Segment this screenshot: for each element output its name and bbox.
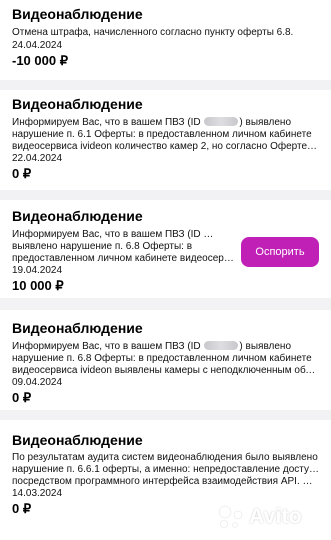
list-item[interactable]: Видеонаблюдение Отмена штрафа, начисленн… [0, 0, 331, 80]
item-description-line: нарушение п. 6.1 Оферты: в предоставленн… [12, 129, 312, 140]
list-item[interactable]: Видеонаблюдение Информируем Вас, что в в… [0, 90, 331, 190]
item-description-line: Информируем Вас, что в вашем ПВЗ (ID ) в… [12, 117, 319, 129]
item-description-line: видеосервиса ivideon количество камер 2,… [12, 141, 319, 152]
item-description: Отмена штрафа, начисленного согласно пун… [12, 27, 294, 38]
item-description-line: видеосервиса ivideon выявлены камеры с н… [12, 365, 319, 376]
item-date: 24.04.2024 [12, 40, 63, 51]
item-text: Информируем Вас, что в вашем ПВЗ (ID [12, 341, 204, 352]
avito-logo-icon [218, 505, 243, 528]
item-description-line: нарушение п. 6.8 Оферты: в предоставленн… [12, 353, 312, 364]
item-text: ) выявлено [239, 117, 292, 128]
item-description-line: выявлено нарушение п. 6.8 Оферты: в [12, 241, 193, 252]
redacted-id [204, 341, 239, 350]
item-title: Видеонаблюдение [12, 6, 143, 22]
list-item[interactable]: Видеонаблюдение Информируем Вас, что в в… [0, 310, 331, 410]
item-description-line: нарушение п. 6.6.1 оферты, а именно: неп… [12, 464, 319, 475]
item-title: Видеонаблюдение [12, 96, 143, 112]
list-item[interactable]: Видеонаблюдение Информируем Вас, что в в… [0, 200, 331, 298]
item-amount: 10 000 ₽ [12, 278, 64, 293]
item-date: 19.04.2024 [12, 265, 63, 276]
item-text: ) выявлено [239, 341, 292, 352]
item-title: Видеонаблюдение [12, 320, 143, 336]
item-description-line: По результатам аудита систем видеонаблюд… [12, 452, 318, 463]
item-amount: 0 ₽ [12, 501, 32, 516]
watermark-text: Avito [249, 505, 302, 528]
item-amount: -10 000 ₽ [12, 53, 68, 68]
item-description-line: предоставленном личном кабинете видеосер… [12, 253, 237, 264]
item-description-line: посредством программного интерфейса взаи… [12, 476, 319, 487]
item-title: Видеонаблюдение [12, 432, 143, 448]
item-amount: 0 ₽ [12, 390, 32, 405]
item-text: Информируем Вас, что в вашем ПВЗ (ID [12, 229, 204, 240]
avito-watermark: Avito [215, 504, 323, 530]
item-amount: 0 ₽ [12, 166, 32, 181]
dispute-button[interactable]: Оспорить [241, 237, 319, 267]
item-description-line: Информируем Вас, что в вашем ПВЗ (ID [12, 229, 237, 241]
item-title: Видеонаблюдение [12, 208, 143, 224]
item-date: 14.03.2024 [12, 488, 63, 499]
item-text: Информируем Вас, что в вашем ПВЗ (ID [12, 117, 204, 128]
item-description-line: Информируем Вас, что в вашем ПВЗ (ID ) в… [12, 341, 319, 353]
redacted-id [204, 117, 239, 126]
item-date: 09.04.2024 [12, 377, 63, 388]
item-date: 22.04.2024 [12, 153, 63, 164]
